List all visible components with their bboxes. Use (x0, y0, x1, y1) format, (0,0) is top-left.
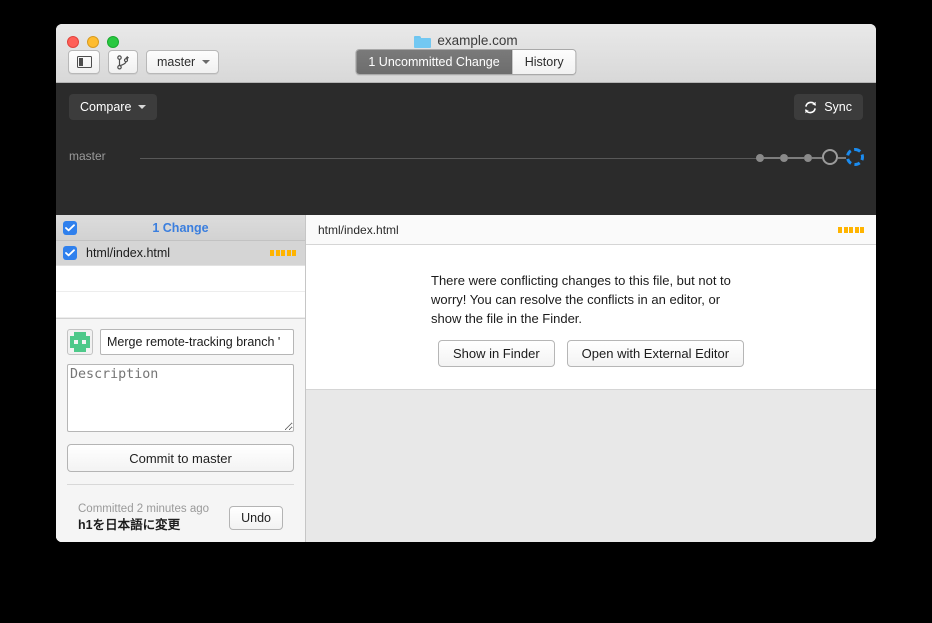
window-titlebar: example.com master 1 Uncommitted Change … (56, 24, 876, 83)
graph-branch-label: master (69, 149, 106, 163)
conflict-actions: Show in Finder Open with External Editor (437, 340, 745, 367)
file-checkbox[interactable] (63, 246, 77, 260)
branch-selector-button[interactable]: master (146, 50, 220, 74)
show-in-finder-button[interactable]: Show in Finder (437, 340, 555, 367)
sync-button[interactable]: Sync (794, 94, 863, 120)
list-empty-row (56, 266, 305, 292)
last-commit-info: Committed 2 minutes ago h1を日本語に変更 (78, 502, 209, 534)
conflict-status-marker (270, 250, 296, 256)
toolbar-left-group: master (68, 50, 220, 74)
sync-refresh-icon (805, 101, 817, 113)
commit-summary-input[interactable] (100, 329, 294, 355)
changes-sidebar: 1 Change html/index.html Merge remote-tr… (56, 215, 306, 542)
graph-commit-node[interactable] (756, 154, 764, 162)
detail-panel: html/index.html There were conflicting c… (306, 215, 876, 542)
changed-files-list: html/index.html (56, 241, 305, 319)
last-commit-message: h1を日本語に変更 (78, 518, 181, 532)
app-window: example.com master 1 Uncommitted Change … (56, 24, 876, 542)
select-all-checkbox[interactable] (63, 220, 77, 235)
list-empty-row (56, 292, 305, 318)
commit-form: Commit to master Committed 2 minutes ago… (56, 319, 305, 542)
branch-selector-label: master (157, 55, 196, 69)
undo-bar: Committed 2 minutes ago h1を日本語に変更 Undo (67, 484, 294, 542)
conflict-status-marker (838, 226, 864, 233)
commit-summary-row (67, 329, 294, 355)
chevron-down-icon (202, 60, 211, 64)
open-external-editor-button[interactable]: Open with External Editor (566, 340, 745, 367)
list-item[interactable]: html/index.html (56, 241, 305, 266)
changes-count-label: 1 Change (152, 220, 209, 235)
tab-history[interactable]: History (512, 50, 576, 74)
branch-toolbar: Compare Sync master (56, 83, 876, 215)
graph-head-node[interactable] (822, 149, 838, 165)
graph-link (838, 157, 846, 159)
graph-link (812, 157, 822, 159)
graph-nodes (756, 143, 866, 173)
graph-current-node[interactable] (846, 148, 864, 166)
sync-label: Sync (824, 100, 852, 114)
detail-empty-area (306, 390, 876, 542)
chevron-down-icon (138, 105, 147, 109)
graph-baseline (140, 158, 768, 159)
detail-path-header: html/index.html (306, 215, 876, 245)
undo-button[interactable]: Undo (229, 506, 283, 530)
window-title: example.com (56, 32, 876, 50)
graph-commit-node[interactable] (804, 154, 812, 162)
graph-link (764, 157, 780, 159)
commit-graph-row: master (56, 143, 876, 173)
commit-button[interactable]: Commit to master (67, 444, 294, 472)
folder-icon (414, 35, 432, 48)
graph-link (788, 157, 804, 159)
graph-commit-node[interactable] (780, 154, 788, 162)
compare-label: Compare (80, 100, 132, 114)
conflict-message: There were conflicting changes to this f… (431, 273, 731, 326)
window-title-text: example.com (437, 33, 518, 48)
tab-uncommitted-changes[interactable]: 1 Uncommitted Change (356, 50, 513, 74)
sidebar-toggle-button[interactable] (68, 50, 100, 74)
new-branch-button[interactable] (108, 50, 138, 74)
commit-description-input[interactable] (67, 364, 294, 432)
compare-button[interactable]: Compare (69, 94, 158, 120)
last-commit-time: Committed 2 minutes ago (78, 503, 210, 515)
changes-header: 1 Change (56, 215, 305, 241)
view-segmented-control: 1 Uncommitted Change History (355, 49, 577, 75)
detail-file-path: html/index.html (318, 222, 399, 237)
sidebar-panel-icon (76, 56, 92, 68)
identicon-avatar (67, 329, 93, 355)
main-body: 1 Change html/index.html Merge remote-tr… (56, 215, 876, 542)
branch-plus-icon (117, 54, 129, 70)
conflict-notice: There were conflicting changes to this f… (306, 245, 876, 390)
file-path-label: html/index.html (86, 246, 171, 260)
screen-root: example.com master 1 Uncommitted Change … (0, 0, 932, 623)
